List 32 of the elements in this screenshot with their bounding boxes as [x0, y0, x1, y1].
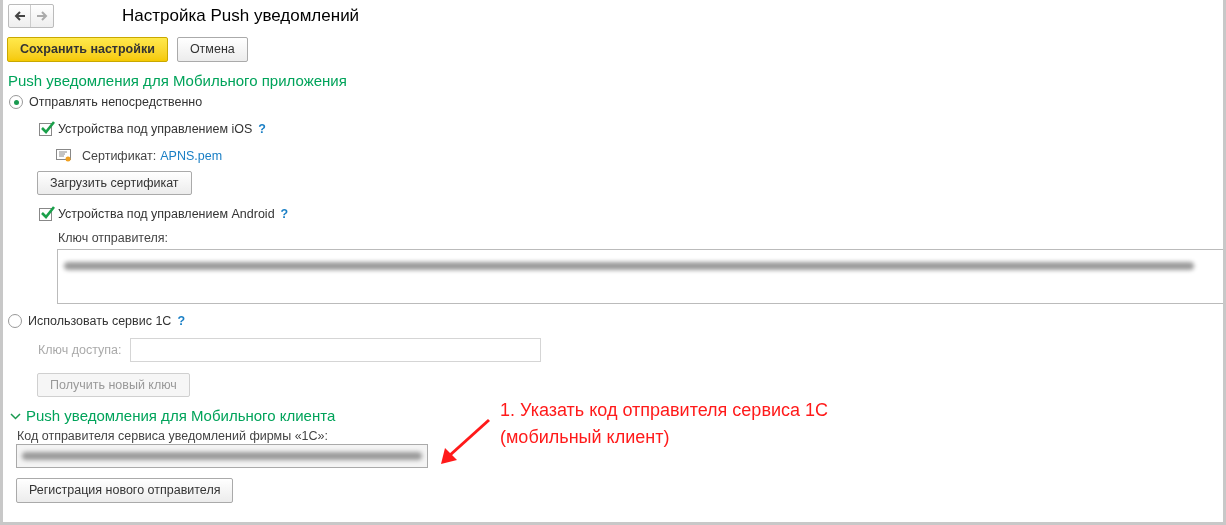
input-field[interactable]: [16, 444, 428, 468]
annotation-text: 1. Указать код отправителя сервиса 1С: [500, 399, 829, 422]
checkbox[interactable]: [39, 207, 52, 221]
text-area[interactable]: [57, 249, 1223, 304]
arrow-right-icon: [36, 11, 48, 21]
radio-label: Использовать сервис 1С: [28, 312, 172, 330]
section-title: Push уведомления для Мобильного клиента: [26, 405, 336, 426]
chevron-down-icon[interactable]: [10, 412, 21, 420]
section-title: Push уведомления для Мобильного приложения: [7, 71, 348, 91]
field-label: Ключ доступа:: [38, 341, 123, 359]
help-link[interactable]: ?: [258, 119, 266, 139]
certificate-link[interactable]: APNS.pem: [160, 146, 223, 166]
window-title: Настройка Push уведомлений: [122, 5, 360, 28]
certificate-label: Сертификат:: [82, 147, 157, 165]
upload-button[interactable]: Загрузить сертификат: [37, 171, 192, 195]
radio-button[interactable]: [8, 314, 22, 328]
register-button[interactable]: Регистрация нового отправителя: [16, 478, 234, 503]
arrow-left-icon: [13, 11, 26, 21]
checkbox-label: Устройства под управлением Android: [58, 205, 275, 223]
arrow: [441, 418, 490, 464]
help-link[interactable]: ?: [177, 311, 186, 331]
annotation-text: (мобильный клиент): [500, 426, 671, 449]
cancel-button[interactable]: Отмена: [176, 37, 248, 62]
checkbox[interactable]: [39, 122, 52, 136]
radio-button[interactable]: [9, 95, 23, 109]
certificate-icon: [56, 149, 72, 163]
checkbox-label: Устройства под управлением iOS: [58, 120, 253, 138]
field-label: Ключ отправителя:: [58, 230, 169, 247]
help-link[interactable]: ?: [280, 204, 289, 224]
save-button[interactable]: Сохранить настройки: [7, 37, 168, 62]
radio-label: Отправлять непосредственно: [29, 93, 203, 111]
field-label: Код отправителя сервиса уведомлений фирмы «1С»:: [17, 428, 328, 444]
